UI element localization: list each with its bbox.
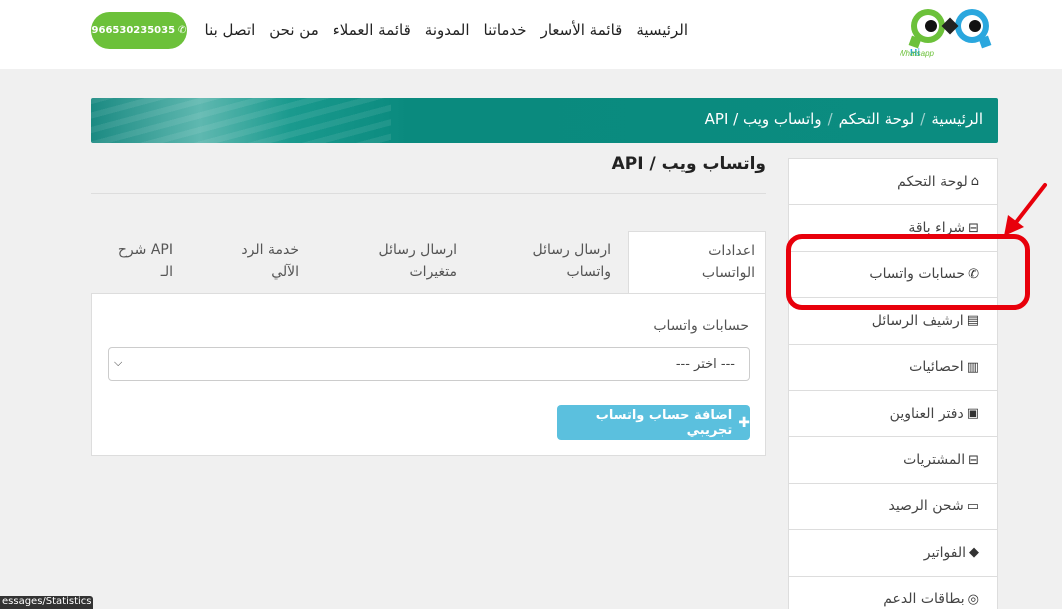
sidebar-item-address-book[interactable]: ▣ دفتر العناوين	[789, 391, 997, 438]
sidebar: ⌂ لوحة التحكم ⊟ شراء باقة ✆ حسابات واتسا…	[788, 158, 998, 609]
basket-icon: ⊟	[968, 452, 979, 468]
address-book-icon: ▣	[966, 406, 979, 422]
tab-label-line1: خدمة الرد	[241, 242, 299, 258]
sidebar-item-label: الفواتير	[923, 544, 966, 561]
whatsapp-account-select[interactable]: --- اختر --- ⌵	[108, 347, 750, 381]
tab-label-line1: اعدادات	[708, 243, 755, 259]
select-value: --- اختر ---	[675, 356, 735, 372]
nav-about[interactable]: من نحن	[269, 20, 319, 40]
phone-number: 966530235035	[91, 25, 176, 36]
sidebar-item-label: لوحة التحكم	[897, 173, 968, 190]
whatsapp-icon: ✆	[178, 25, 187, 36]
chevron-down-icon: ⌵	[114, 356, 123, 369]
hiwhatsapp-logo[interactable]: Hi Whatsapp	[900, 4, 1000, 60]
tab-label-line1: API شرح	[117, 242, 173, 258]
breadcrumb-current: واتساب ويب / API	[704, 110, 822, 128]
breadcrumb: الرئيسية / لوحة التحكم / واتساب ويب / AP…	[699, 110, 983, 128]
sidebar-item-label: دفتر العناوين	[889, 405, 964, 422]
nav-contact[interactable]: اتصل بنا	[205, 20, 256, 40]
page-title: واتساب ويب / API	[611, 154, 766, 174]
bar-chart-icon: ▥	[966, 359, 979, 375]
nav-home[interactable]: الرئيسية	[636, 20, 688, 40]
tab-label-line2: واتساب	[566, 264, 611, 280]
wave-decoration	[91, 98, 391, 143]
sidebar-item-label: المشتريات	[903, 452, 966, 469]
tags-icon: ◆	[969, 545, 979, 561]
sidebar-item-invoices[interactable]: ◆ الفواتير	[789, 530, 997, 577]
tab-whatsapp-settings[interactable]: اعدادات الواتساب	[628, 231, 766, 294]
sidebar-item-support-tickets[interactable]: ◎ بطاقات الدعم	[789, 577, 997, 609]
breadcrumb-bar: الرئيسية / لوحة التحكم / واتساب ويب / AP…	[91, 98, 998, 143]
nav-clients[interactable]: قائمة العملاء	[333, 20, 411, 40]
tab-send-variables[interactable]: ارسال رسائل متغيرات	[341, 231, 467, 294]
tab-api-docs[interactable]: API شرح الـ	[101, 231, 183, 294]
tab-send-messages[interactable]: ارسال رسائل واتساب	[491, 231, 621, 294]
archive-icon: ▤	[966, 313, 979, 329]
sidebar-item-statistics[interactable]: ▥ احصائيات	[789, 345, 997, 391]
whatsapp-accounts-label: حسابات واتساب	[653, 318, 749, 334]
tab-label-line2: متغيرات	[409, 264, 458, 280]
phone-button[interactable]: 966530235035 ✆	[91, 12, 187, 49]
status-tooltip: essages/Statistics	[0, 596, 93, 609]
tab-label-line1: ارسال رسائل	[532, 242, 611, 258]
breadcrumb-separator: /	[920, 110, 926, 128]
sidebar-item-label: شحن الرصيد	[888, 498, 964, 515]
sidebar-item-dashboard[interactable]: ⌂ لوحة التحكم	[789, 159, 997, 206]
nav-pricing[interactable]: قائمة الأسعار	[541, 20, 623, 40]
tab-label-line2: الـ	[160, 264, 173, 280]
tab-label-line2: الواتساب	[701, 265, 755, 281]
home-icon: ⌂	[970, 174, 979, 190]
add-button-label: اضافة حساب واتساب تجريبي	[595, 407, 733, 438]
breadcrumb-home[interactable]: الرئيسية	[931, 110, 983, 128]
breadcrumb-separator: /	[827, 110, 833, 128]
sidebar-item-label: احصائيات	[909, 359, 964, 376]
plus-icon: ✚	[738, 414, 750, 431]
tab-label-line2: الآلي	[271, 264, 299, 280]
tab-panel: حسابات واتساب --- اختر --- ⌵ ✚ اضافة حسا…	[91, 293, 766, 456]
breadcrumb-dashboard[interactable]: لوحة التحكم	[839, 110, 915, 128]
main-nav: الرئيسية قائمة الأسعار خدماتنا المدونة ق…	[191, 20, 689, 40]
add-trial-account-button[interactable]: ✚ اضافة حساب واتساب تجريبي	[557, 405, 750, 440]
tab-strip: اعدادات الواتساب ارسال رسائل واتساب ارسا…	[91, 231, 766, 294]
tab-label-line1: ارسال رسائل	[378, 242, 457, 258]
tab-auto-reply[interactable]: خدمة الرد الآلي	[211, 231, 309, 294]
life-ring-icon: ◎	[967, 591, 979, 607]
sidebar-item-purchases[interactable]: ⊟ المشتريات	[789, 437, 997, 484]
sidebar-item-label: ارشيف الرسائل	[871, 312, 964, 329]
annotation-highlight-box	[786, 234, 1030, 310]
nav-blog[interactable]: المدونة	[425, 20, 470, 40]
top-header: Hi Whatsapp الرئيسية قائمة الأسعار خدمات…	[0, 0, 1062, 69]
svg-text:Whatsapp: Whatsapp	[900, 49, 935, 58]
sidebar-item-label: بطاقات الدعم	[883, 591, 965, 608]
nav-services[interactable]: خدماتنا	[484, 20, 527, 40]
title-divider	[91, 193, 766, 194]
sidebar-item-top-up[interactable]: ▭ شحن الرصيد	[789, 484, 997, 531]
credit-card-icon: ▭	[966, 498, 979, 514]
annotation-arrow-icon	[1004, 183, 1047, 236]
